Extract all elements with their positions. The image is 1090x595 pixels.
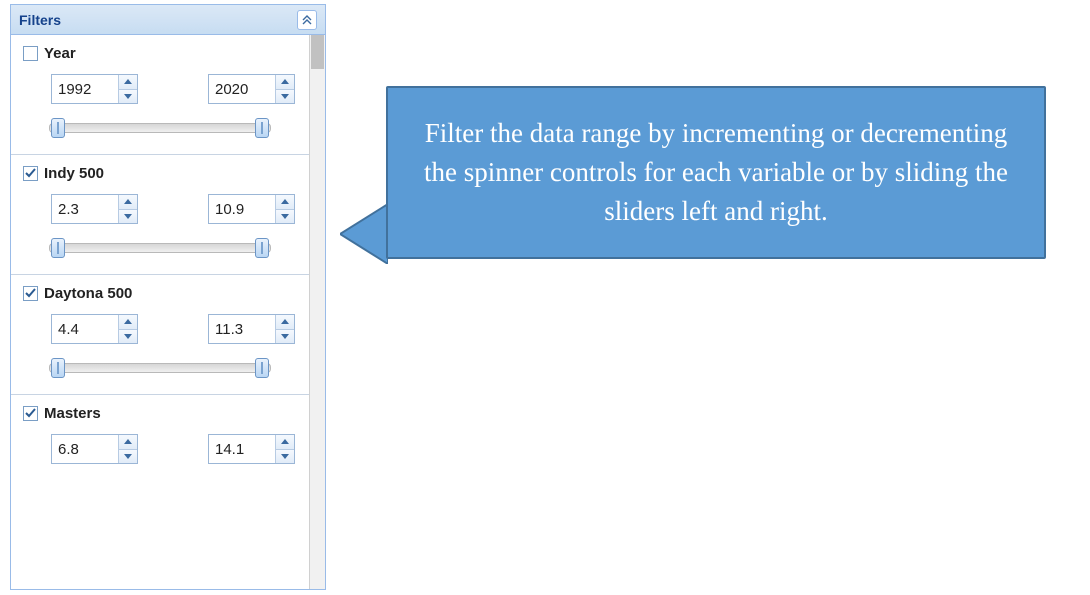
panel-header: Filters <box>11 5 325 35</box>
caret-up-icon <box>281 439 289 444</box>
spinner-year-max[interactable]: 2020 <box>208 74 295 104</box>
spinner-indy-500-max[interactable]: 10.9 <box>208 194 295 224</box>
spinner-value: 11.3 <box>209 315 275 343</box>
slider-handle-min[interactable] <box>51 358 65 378</box>
panel-body: Year 1992 2020 <box>11 35 309 589</box>
checkbox-indy-500[interactable] <box>23 166 38 181</box>
spinner-year-min[interactable]: 1992 <box>51 74 138 104</box>
filter-label: Masters <box>44 405 101 422</box>
range-slider-daytona-500[interactable] <box>49 358 271 378</box>
spinner-value: 4.4 <box>52 315 118 343</box>
spinner-down-button[interactable] <box>276 210 294 224</box>
spinner-down-button[interactable] <box>276 330 294 344</box>
spinner-up-button[interactable] <box>276 315 294 330</box>
range-slider-year[interactable] <box>49 118 271 138</box>
scrollbar[interactable] <box>309 35 325 589</box>
spinner-up-button[interactable] <box>276 75 294 90</box>
slider-track <box>49 243 271 253</box>
panel-title: Filters <box>19 12 61 28</box>
callout: Filter the data range by incrementing or… <box>386 86 1046 259</box>
caret-down-icon <box>281 334 289 339</box>
spinner-up-button[interactable] <box>119 75 137 90</box>
slider-handle-max[interactable] <box>255 358 269 378</box>
spinner-down-button[interactable] <box>119 210 137 224</box>
spinner-masters-min[interactable]: 6.8 <box>51 434 138 464</box>
checkbox-masters[interactable] <box>23 406 38 421</box>
spinner-up-button[interactable] <box>119 435 137 450</box>
collapse-button[interactable] <box>297 10 317 30</box>
spinner-up-button[interactable] <box>119 195 137 210</box>
filter-block-masters: Masters 6.8 14.1 <box>11 395 309 494</box>
spinner-value: 2.3 <box>52 195 118 223</box>
spinner-value: 2020 <box>209 75 275 103</box>
caret-down-icon <box>281 454 289 459</box>
caret-up-icon <box>124 199 132 204</box>
spinner-down-button[interactable] <box>276 450 294 464</box>
callout-text: Filter the data range by incrementing or… <box>386 86 1046 259</box>
chevron-double-up-icon <box>302 15 312 25</box>
slider-track <box>49 123 271 133</box>
filter-label: Indy 500 <box>44 165 104 182</box>
slider-handle-max[interactable] <box>255 118 269 138</box>
spinner-indy-500-min[interactable]: 2.3 <box>51 194 138 224</box>
scrollbar-thumb[interactable] <box>311 35 324 69</box>
caret-down-icon <box>281 94 289 99</box>
slider-handle-min[interactable] <box>51 118 65 138</box>
caret-up-icon <box>281 319 289 324</box>
caret-down-icon <box>124 334 132 339</box>
spinner-up-button[interactable] <box>276 195 294 210</box>
spinner-up-button[interactable] <box>276 435 294 450</box>
caret-down-icon <box>124 94 132 99</box>
caret-up-icon <box>281 79 289 84</box>
filter-block-indy-500: Indy 500 2.3 10.9 <box>11 155 309 275</box>
spinner-value: 1992 <box>52 75 118 103</box>
caret-down-icon <box>124 454 132 459</box>
spinner-value: 6.8 <box>52 435 118 463</box>
spinner-daytona-500-max[interactable]: 11.3 <box>208 314 295 344</box>
spinner-masters-max[interactable]: 14.1 <box>208 434 295 464</box>
filter-label: Year <box>44 45 76 62</box>
checkbox-daytona-500[interactable] <box>23 286 38 301</box>
spinner-down-button[interactable] <box>119 450 137 464</box>
slider-track <box>49 363 271 373</box>
spinner-down-button[interactable] <box>119 330 137 344</box>
slider-handle-min[interactable] <box>51 238 65 258</box>
spinner-up-button[interactable] <box>119 315 137 330</box>
caret-down-icon <box>281 214 289 219</box>
filters-panel: Filters Year 1992 <box>10 4 326 590</box>
filter-label: Daytona 500 <box>44 285 132 302</box>
caret-up-icon <box>124 79 132 84</box>
caret-down-icon <box>124 214 132 219</box>
range-slider-indy-500[interactable] <box>49 238 271 258</box>
filter-block-daytona-500: Daytona 500 4.4 11.3 <box>11 275 309 395</box>
callout-tail <box>340 204 388 264</box>
spinner-value: 10.9 <box>209 195 275 223</box>
spinner-value: 14.1 <box>209 435 275 463</box>
filter-block-year: Year 1992 2020 <box>11 35 309 155</box>
caret-up-icon <box>124 439 132 444</box>
caret-up-icon <box>281 199 289 204</box>
spinner-daytona-500-min[interactable]: 4.4 <box>51 314 138 344</box>
spinner-down-button[interactable] <box>276 90 294 104</box>
spinner-down-button[interactable] <box>119 90 137 104</box>
checkbox-year[interactable] <box>23 46 38 61</box>
slider-handle-max[interactable] <box>255 238 269 258</box>
caret-up-icon <box>124 319 132 324</box>
